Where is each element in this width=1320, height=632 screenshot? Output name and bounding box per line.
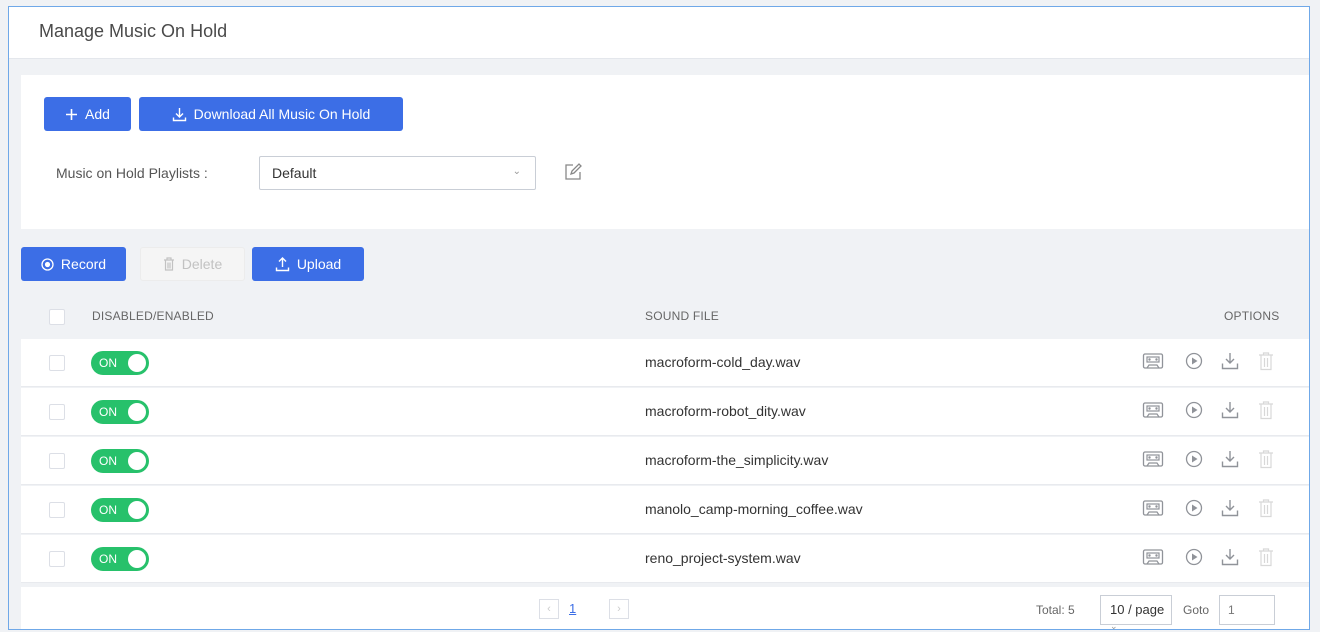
sound-file-name: macroform-cold_day.wav <box>645 354 801 370</box>
page-title: Manage Music On Hold <box>39 21 228 41</box>
record-icon <box>41 257 54 271</box>
toggle-knob <box>128 550 146 568</box>
enabled-column-header: DISABLED/ENABLED <box>92 309 214 323</box>
add-button-label: Add <box>85 106 110 122</box>
toggle-knob <box>128 354 146 372</box>
row-checkbox[interactable] <box>49 355 65 371</box>
add-button[interactable]: Add <box>44 97 131 131</box>
download-all-label: Download All Music On Hold <box>193 106 371 122</box>
music-table: Record Delete Upload DISABLED/ENABLED SO… <box>9 243 1309 629</box>
trash-icon[interactable] <box>1258 449 1274 469</box>
record-button[interactable]: Record <box>21 247 126 281</box>
trash-icon[interactable] <box>1258 498 1274 518</box>
prev-page-button[interactable]: ‹ <box>539 599 559 619</box>
page-size-select[interactable]: 10 / page ⌄ <box>1100 595 1172 629</box>
sound-file-name: reno_project-system.wav <box>645 550 801 566</box>
record-button-label: Record <box>60 256 107 272</box>
trash-icon[interactable] <box>1258 400 1274 420</box>
trash-icon <box>163 257 174 271</box>
download-icon <box>172 107 186 121</box>
cassette-icon[interactable] <box>1142 449 1164 469</box>
table-header: DISABLED/ENABLED SOUND FILE OPTIONS <box>21 295 1309 339</box>
page-size-value: 10 / page <box>1110 602 1165 617</box>
enable-toggle[interactable]: ON <box>91 351 149 375</box>
sound-file-name: macroform-robot_dity.wav <box>645 403 806 419</box>
upload-icon <box>275 256 290 271</box>
enable-toggle[interactable]: ON <box>91 498 149 522</box>
sound-file-column-header: SOUND FILE <box>645 309 720 323</box>
music-on-hold-panel: Manage Music On Hold Add Download All Mu… <box>8 6 1310 630</box>
title-bar: Manage Music On Hold <box>9 7 1309 59</box>
toggle-knob <box>128 501 146 519</box>
plus-icon <box>66 108 78 120</box>
cassette-icon[interactable] <box>1142 400 1164 420</box>
row-checkbox[interactable] <box>49 453 65 469</box>
delete-button-label: Delete <box>181 256 223 272</box>
download-icon[interactable] <box>1220 400 1240 420</box>
playlist-selected-value: Default <box>272 165 317 181</box>
next-page-button[interactable]: › <box>609 599 629 619</box>
toggle-knob <box>128 403 146 421</box>
total-count: Total: 5 <box>1036 603 1075 617</box>
table-row: ON manolo_camp-morning_coffee.wav <box>21 486 1309 534</box>
row-checkbox[interactable] <box>49 551 65 567</box>
toggle-label: ON <box>99 454 117 468</box>
playlist-card: Add Download All Music On Hold Music on … <box>21 75 1309 229</box>
edit-icon[interactable] <box>564 163 582 181</box>
table-row: ON macroform-the_simplicity.wav <box>21 437 1309 485</box>
enable-toggle[interactable]: ON <box>91 547 149 571</box>
download-icon[interactable] <box>1220 351 1240 371</box>
toggle-label: ON <box>99 356 117 370</box>
table-row: ON reno_project-system.wav <box>21 535 1309 583</box>
row-checkbox[interactable] <box>49 502 65 518</box>
options-column-header: OPTIONS <box>1224 309 1280 323</box>
goto-label: Goto <box>1183 603 1210 617</box>
download-icon[interactable] <box>1220 498 1240 518</box>
play-icon[interactable] <box>1184 547 1204 567</box>
table-footer: ‹ 1 › Total: 5 10 / page ⌄ Goto 1 <box>21 587 1309 629</box>
play-icon[interactable] <box>1184 400 1204 420</box>
play-icon[interactable] <box>1184 498 1204 518</box>
table-row: ON macroform-cold_day.wav <box>21 339 1309 387</box>
play-icon[interactable] <box>1184 449 1204 469</box>
toggle-label: ON <box>99 405 117 419</box>
delete-button[interactable]: Delete <box>140 247 245 281</box>
playlist-select[interactable]: Default ⌄ <box>259 156 536 190</box>
playlist-label: Music on Hold Playlists : <box>56 165 208 181</box>
cassette-icon[interactable] <box>1142 547 1164 567</box>
download-icon[interactable] <box>1220 449 1240 469</box>
sound-file-name: macroform-the_simplicity.wav <box>645 452 829 468</box>
play-icon[interactable] <box>1184 351 1204 371</box>
trash-icon[interactable] <box>1258 547 1274 567</box>
toggle-label: ON <box>99 552 117 566</box>
cassette-icon[interactable] <box>1142 351 1164 371</box>
table-row: ON macroform-robot_dity.wav <box>21 388 1309 436</box>
enable-toggle[interactable]: ON <box>91 449 149 473</box>
upload-button-label: Upload <box>296 256 342 272</box>
select-all-checkbox[interactable] <box>49 309 65 325</box>
toggle-knob <box>128 452 146 470</box>
cassette-icon[interactable] <box>1142 498 1164 518</box>
upload-button[interactable]: Upload <box>252 247 364 281</box>
page-number[interactable]: 1 <box>569 601 576 616</box>
chevron-down-icon: ⌄ <box>512 166 521 177</box>
sound-file-name: manolo_camp-morning_coffee.wav <box>645 501 863 517</box>
goto-input[interactable]: 1 <box>1219 595 1275 625</box>
goto-value: 1 <box>1228 603 1235 617</box>
toggle-label: ON <box>99 503 117 517</box>
row-checkbox[interactable] <box>49 404 65 420</box>
download-all-button[interactable]: Download All Music On Hold <box>139 97 403 131</box>
download-icon[interactable] <box>1220 547 1240 567</box>
trash-icon[interactable] <box>1258 351 1274 371</box>
enable-toggle[interactable]: ON <box>91 400 149 424</box>
chevron-down-icon: ⌄ <box>1110 621 1118 630</box>
